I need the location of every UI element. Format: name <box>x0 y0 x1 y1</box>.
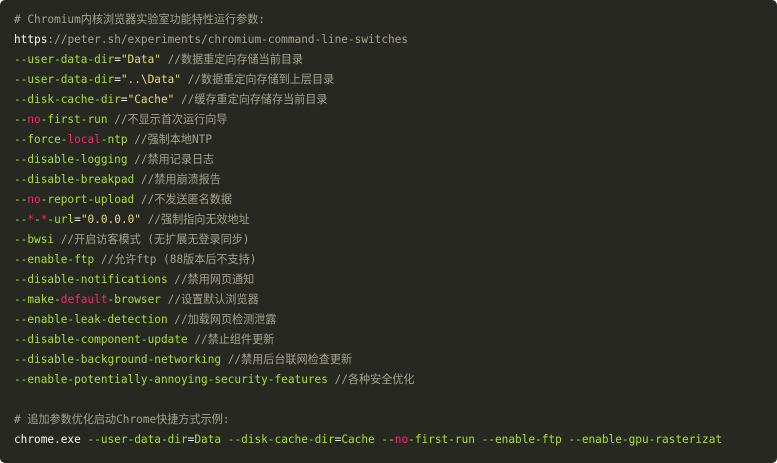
code-line: --no-first-run //不显示首次运行向导 <box>14 110 777 130</box>
code-token-kw: local <box>67 133 101 146</box>
code-token-comment: //不发送匿名数据 <box>134 193 232 206</box>
code-token-comment: //数据重定向存储当前目录 <box>160 53 304 66</box>
code-token-str: "Data" <box>120 53 161 66</box>
code-token-comment: //缓存重定向存储存当前目录 <box>174 93 328 106</box>
code-token-comment: //数据重定向存储到上层目录 <box>181 73 335 86</box>
code-token-str: "0.0.0.0" <box>80 213 141 226</box>
code-token-option: -- <box>381 433 395 446</box>
code-token-option: --enable-ftp <box>481 433 562 446</box>
code-token-option: - <box>34 213 41 226</box>
code-token-comment: //禁用网页通知 <box>167 273 255 286</box>
code-token-comment: //禁止组件更新 <box>187 333 275 346</box>
code-line: chrome.exe --user-data-dir=Data --disk-c… <box>14 430 777 450</box>
code-token-option: Cache <box>341 433 375 446</box>
code-token-comment: //开启访客模式 (无扩展无登录同步) <box>54 233 250 246</box>
code-token-option: --make- <box>14 293 61 306</box>
code-line: # 追加参数优化启动Chrome快捷方式示例: <box>14 410 777 430</box>
code-token-option: --user-data-dir <box>87 433 188 446</box>
code-token-option: -- <box>14 213 28 226</box>
code-line: --disable-breakpad //禁用崩溃报告 <box>14 170 777 190</box>
code-token-option: --user-data-dir <box>14 53 115 66</box>
code-token-comment: //禁用崩溃报告 <box>134 173 221 186</box>
code-token-op: = <box>114 73 121 86</box>
code-token-option: -- <box>14 113 28 126</box>
code-token-option: --disk-cache-dir <box>14 93 121 106</box>
code-token-str: "..\Data" <box>120 73 181 86</box>
code-line: --enable-potentially-annoying-security-f… <box>14 370 777 390</box>
code-token-option: -ntp <box>100 133 128 146</box>
code-line: --disable-component-update //禁止组件更新 <box>14 330 777 350</box>
code-line: --enable-leak-detection //加载网页检测泄露 <box>14 310 777 330</box>
code-line: --force-local-ntp //强制本地NTP <box>14 130 777 150</box>
code-line: --user-data-dir="Data" //数据重定向存储当前目录 <box>14 50 777 70</box>
code-token-str: "Cache" <box>127 93 175 106</box>
code-token-option: --user-data-dir <box>14 73 115 86</box>
code-token-op: = <box>114 53 121 66</box>
code-token-option: --disable-component-update <box>14 333 188 346</box>
code-line: --disk-cache-dir="Cache" //缓存重定向存储存当前目录 <box>14 90 777 110</box>
code-token-kw: no <box>27 113 41 126</box>
code-token-comment: //不显示首次运行向导 <box>107 113 228 126</box>
code-token-comment: //各种安全优化 <box>327 373 415 386</box>
code-token-option: -first-run <box>408 433 475 446</box>
code-line: --disable-notifications //禁用网页通知 <box>14 270 777 290</box>
code-token-option: Data <box>194 433 222 446</box>
code-token-option: --force- <box>14 133 68 146</box>
code-token-option: --enable-leak-detection <box>14 313 168 326</box>
code-line: --disable-background-networking //禁用后台联网… <box>14 350 777 370</box>
code-token-option: --disk-cache-dir <box>227 433 335 446</box>
code-line: # Chromium内核浏览器实验室功能特性运行参数: <box>14 10 777 30</box>
code-token-comment: //禁用后台联网检查更新 <box>221 353 353 366</box>
code-token-op: = <box>74 213 81 226</box>
code-token-comment: //允许ftp (88版本后不支持) <box>94 253 257 266</box>
code-token-plain: https <box>14 33 48 46</box>
code-token-option: -browser <box>107 293 161 306</box>
code-token-comment: ://peter.sh/experiments/chromium-command… <box>47 33 409 46</box>
code-token-option: --enable-ftp <box>14 253 95 266</box>
code-token-comment: # Chromium内核浏览器实验室功能特性运行参数: <box>14 13 265 26</box>
code-token-kw: no <box>394 433 409 446</box>
code-line: --make-default-browser //设置默认浏览器 <box>14 290 777 310</box>
code-token-option: -- <box>14 193 28 206</box>
code-token-option: --bwsi <box>14 233 55 246</box>
code-token-comment: //加载网页检测泄露 <box>167 313 277 326</box>
code-line: https://peter.sh/experiments/chromium-co… <box>14 30 777 50</box>
code-block: # Chromium内核浏览器实验室功能特性运行参数: https://peter… <box>0 0 777 463</box>
code-line: --bwsi //开启访客模式 (无扩展无登录同步) <box>14 230 777 250</box>
code-token-option: --enable-gpu-rasterizat <box>568 433 723 446</box>
code-line: --disable-logging //禁用记录日志 <box>14 150 777 170</box>
code-token-option: --disable-notifications <box>14 273 168 286</box>
code-line: --*-*-url="0.0.0.0" //强制指向无效地址 <box>14 210 777 230</box>
code-token-comment: # 追加参数优化启动Chrome快捷方式示例: <box>14 413 230 426</box>
code-token-option: -url <box>47 213 75 226</box>
code-token-comment: //强制指向无效地址 <box>140 213 250 226</box>
code-token-option: -first-run <box>40 113 108 126</box>
code-token-option: --disable-breakpad <box>14 173 135 186</box>
code-token-plain: chrome.exe <box>14 433 88 446</box>
code-token-option: --enable-potentially-annoying-security-f… <box>14 373 328 386</box>
code-token-comment: //设置默认浏览器 <box>160 293 259 306</box>
code-token-option: --disable-background-networking <box>14 353 222 366</box>
code-token-option: --disable-logging <box>14 153 128 166</box>
code-token-kw: no <box>27 193 41 206</box>
code-line: --user-data-dir="..\Data" //数据重定向存储到上层目录 <box>14 70 777 90</box>
code-token-comment: //强制本地NTP <box>127 133 213 146</box>
code-token-option: -report-upload <box>40 193 135 206</box>
code-line: --no-report-upload //不发送匿名数据 <box>14 190 777 210</box>
code-line: --enable-ftp //允许ftp (88版本后不支持) <box>14 250 777 270</box>
code-token-op: = <box>120 93 128 106</box>
code-token-kw: default <box>60 293 108 306</box>
code-token-comment: //禁用记录日志 <box>127 153 215 166</box>
